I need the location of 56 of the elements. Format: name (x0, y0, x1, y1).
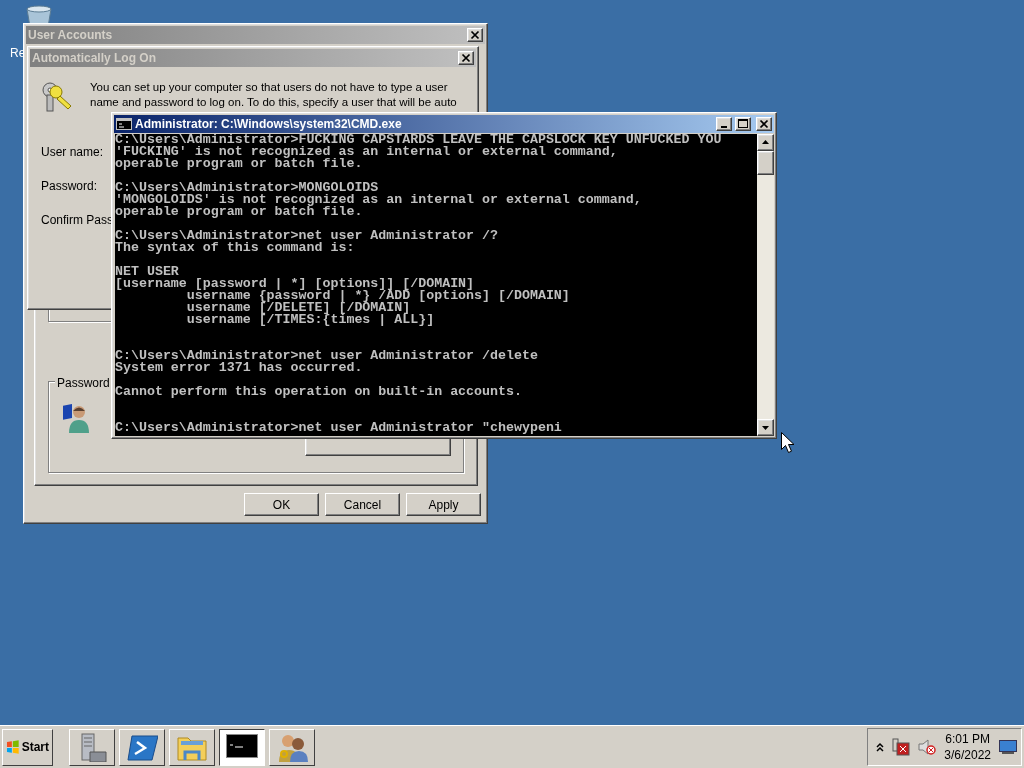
console-line: operable program or batch file. (115, 206, 364, 218)
console-line: C:\Users\Administrator>net user Administrator /? (115, 230, 499, 242)
console-line: 'MONGOLOIDS' is not recognized as an internal or external command, (115, 194, 643, 206)
console-line: C:\Users\Administrator>MONGOLOIDS (115, 182, 380, 194)
window-title: Automatically Log On (32, 50, 157, 67)
console-line: username [/DELETE] [/DOMAIN] (185, 302, 411, 314)
window-title: Administrator: C:\Windows\system32\CMD.exe (135, 116, 403, 133)
console-line: NET USER (115, 266, 179, 278)
close-button[interactable] (458, 51, 474, 65)
users-icon (276, 732, 308, 762)
console-line: 'FUCKING' is not recognized as an internal or external command, (115, 146, 619, 158)
close-button[interactable] (467, 28, 483, 42)
console-line: C:\Users\Administrator>FUCKING CAPSTARDS LEAVE THE CAPSLOCK KEY UNFUCKED YOU (115, 134, 723, 146)
scroll-thumb[interactable] (757, 151, 774, 175)
clock[interactable]: 6:01 PM 3/6/2022 (944, 731, 991, 763)
cancel-button[interactable]: Cancel (325, 493, 400, 516)
scroll-up-button[interactable] (757, 134, 774, 151)
console-line: [username [password | *] [options]] [/DOMAIN] (115, 278, 475, 290)
window-title: User Accounts (28, 27, 114, 44)
close-icon (468, 28, 482, 42)
windows-logo-icon (6, 740, 20, 754)
show-desktop-icon[interactable] (999, 740, 1017, 754)
maximize-icon (738, 119, 748, 129)
minimize-button[interactable] (716, 117, 732, 131)
mouse-cursor-icon (781, 432, 794, 453)
console-line: username [/TIMES:{times | ALL}] (185, 314, 436, 326)
scroll-down-button[interactable] (757, 419, 774, 436)
close-button[interactable] (756, 117, 772, 131)
chevron-icon[interactable] (876, 742, 885, 752)
clock-date: 3/6/2022 (944, 747, 991, 763)
close-icon (757, 117, 771, 131)
taskbar-button[interactable] (219, 728, 265, 766)
field-label: Confirm Pass (41, 212, 114, 229)
close-icon (459, 51, 473, 65)
console-line: operable program or batch file. (115, 158, 364, 170)
console-icon (116, 118, 132, 130)
ok-button[interactable]: OK (244, 493, 319, 516)
console-line: C:\Users\Administrator>net user Administrator /delete (115, 350, 539, 362)
description-text: You can set up your computer so that users do not have to type a user name and password to log on. To do this, specify a user that will be auto (90, 80, 458, 110)
terminal-icon (126, 732, 158, 762)
scrollbar[interactable] (757, 134, 774, 436)
maximize-button[interactable] (735, 117, 751, 131)
network-icon[interactable] (892, 738, 911, 756)
console-line: username {password | *} /ADD [options] [/DOMAIN] (186, 290, 571, 302)
field-label: Password: (41, 178, 98, 195)
minimize-icon (721, 126, 727, 128)
console-line: The syntax of this command is: (115, 242, 356, 254)
clock-time: 6:01 PM (944, 731, 991, 747)
speaker-muted-icon[interactable] (918, 738, 937, 756)
user-icon (61, 402, 91, 434)
console-line: System error 1371 has occurred. (115, 362, 364, 374)
console-line: Cannot perform this operation on built-in accounts. (115, 386, 523, 398)
field-label: User name: (41, 144, 104, 161)
console-line: C:\Users\Administrator>net user Administrator "chewypeni (115, 422, 563, 434)
apply-button[interactable]: Apply (406, 493, 481, 516)
start-button[interactable]: Start (2, 728, 53, 766)
